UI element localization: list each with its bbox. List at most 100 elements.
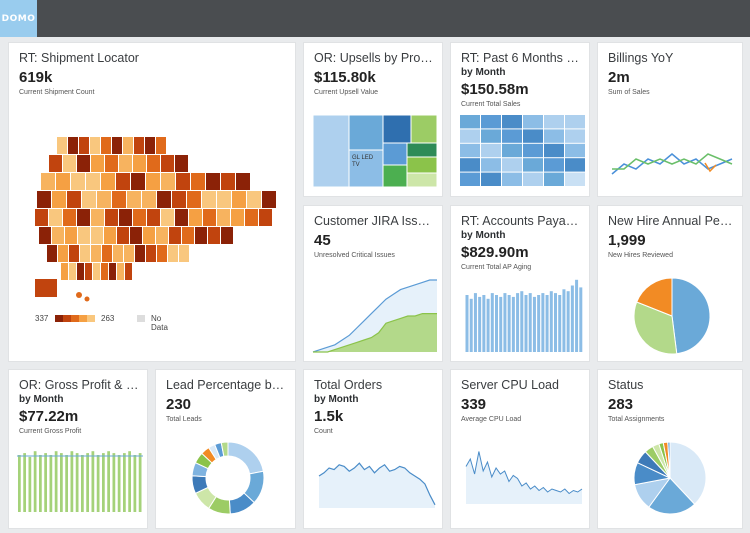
map-state[interactable]: [37, 191, 51, 208]
map-state[interactable]: [175, 209, 188, 226]
map-state[interactable]: [147, 209, 160, 226]
gross-profit-bar[interactable]: [112, 453, 116, 512]
card-upsells-by-product[interactable]: OR: Upsells by Product $115.80k Current …: [303, 42, 443, 197]
map-state[interactable]: [77, 209, 90, 226]
map-state[interactable]: [135, 245, 145, 262]
map-state[interactable]: [91, 155, 104, 172]
map-state[interactable]: [101, 137, 111, 154]
map-state[interactable]: [49, 209, 62, 226]
map-state[interactable]: [101, 173, 115, 190]
map-state[interactable]: [134, 137, 144, 154]
map-state[interactable]: [168, 245, 178, 262]
ap-bar[interactable]: [486, 298, 490, 352]
ap-bar[interactable]: [524, 295, 528, 352]
heatmap-cell[interactable]: [460, 115, 480, 129]
heatmap-cell[interactable]: [502, 115, 522, 129]
heatmap-cell[interactable]: [481, 172, 501, 186]
heatmap-cell[interactable]: [523, 158, 543, 172]
ap-bar[interactable]: [490, 293, 494, 352]
map-state[interactable]: [113, 245, 123, 262]
heatmap-cell[interactable]: [481, 115, 501, 129]
map-state[interactable]: [117, 227, 129, 244]
gross-profit-bar[interactable]: [81, 455, 84, 512]
gross-profit-bar[interactable]: [60, 453, 63, 512]
gross-profit-bar[interactable]: [86, 453, 89, 512]
map-state[interactable]: [131, 173, 145, 190]
map-state[interactable]: [77, 155, 90, 172]
map-state[interactable]: [161, 209, 174, 226]
map-state[interactable]: [41, 173, 55, 190]
map-state[interactable]: [80, 245, 90, 262]
heatmap-cell[interactable]: [523, 129, 543, 143]
map-state[interactable]: [47, 245, 57, 262]
gross-profit-bar[interactable]: [128, 451, 131, 512]
map-state[interactable]: [105, 209, 118, 226]
map-state[interactable]: [245, 209, 258, 226]
ap-bar[interactable]: [545, 295, 549, 352]
card-billings-yoy[interactable]: Billings YoY 2m Sum of Sales: [597, 42, 743, 197]
map-state[interactable]: [90, 137, 100, 154]
map-state[interactable]: [69, 245, 79, 262]
map-state[interactable]: [58, 245, 68, 262]
ap-bar[interactable]: [575, 279, 579, 352]
map-state[interactable]: [56, 173, 70, 190]
map-state[interactable]: [104, 227, 116, 244]
card-customer-jira-issues[interactable]: Customer JIRA Issues ... 45 Unresolved C…: [303, 205, 443, 362]
map-state[interactable]: [91, 245, 101, 262]
map-state[interactable]: [187, 191, 201, 208]
heatmap-cell[interactable]: [544, 143, 564, 158]
map-state[interactable]: [221, 227, 233, 244]
gross-profit-bar[interactable]: [138, 453, 142, 512]
ap-bar[interactable]: [549, 291, 553, 352]
map-state[interactable]: [156, 227, 168, 244]
heatmap-cell[interactable]: [565, 158, 585, 172]
map-state[interactable]: [124, 245, 134, 262]
map-state[interactable]: [102, 245, 112, 262]
heatmap-cell[interactable]: [565, 172, 585, 186]
map-state[interactable]: [61, 263, 68, 280]
map-state[interactable]: [133, 209, 146, 226]
gross-profit-bar[interactable]: [117, 455, 121, 512]
map-state[interactable]: [217, 191, 231, 208]
map-state[interactable]: [147, 155, 160, 172]
card-shipment-locator[interactable]: RT: Shipment Locator 619k Current Shipme…: [8, 42, 296, 362]
map-state[interactable]: [143, 227, 155, 244]
map-state[interactable]: [86, 173, 100, 190]
map-state[interactable]: [262, 191, 276, 208]
map-state-alaska[interactable]: [35, 279, 57, 297]
map-state[interactable]: [259, 209, 272, 226]
card-total-orders[interactable]: Total Orders by Month 1.5k Count: [303, 369, 443, 529]
heatmap-cell[interactable]: [523, 143, 543, 158]
map-state[interactable]: [93, 263, 100, 280]
map-state[interactable]: [91, 209, 104, 226]
ap-bar[interactable]: [478, 296, 482, 352]
map-state[interactable]: [182, 227, 194, 244]
ap-bar[interactable]: [566, 291, 570, 352]
map-state[interactable]: [68, 137, 78, 154]
ap-bar[interactable]: [516, 293, 520, 352]
map-state[interactable]: [157, 191, 171, 208]
ap-bar[interactable]: [473, 293, 477, 352]
map-state[interactable]: [179, 245, 189, 262]
map-state[interactable]: [161, 155, 174, 172]
gross-profit-bar[interactable]: [18, 455, 21, 512]
ap-bar[interactable]: [495, 295, 499, 352]
map-state[interactable]: [85, 263, 92, 280]
heatmap-cell[interactable]: [460, 172, 480, 186]
map-state[interactable]: [35, 209, 48, 226]
heatmap-cell[interactable]: [460, 143, 480, 158]
map-state[interactable]: [191, 173, 205, 190]
map-state[interactable]: [79, 137, 89, 154]
map-state[interactable]: [142, 191, 156, 208]
map-state[interactable]: [202, 191, 216, 208]
gross-profit-bar[interactable]: [23, 453, 26, 512]
map-state[interactable]: [161, 173, 175, 190]
heatmap-cell[interactable]: [481, 143, 501, 158]
map-state[interactable]: [247, 191, 261, 208]
card-accounts-payable[interactable]: RT: Accounts Payable ... by Month $829.9…: [450, 205, 590, 362]
map-state[interactable]: [63, 209, 76, 226]
map-state[interactable]: [157, 245, 167, 262]
map-state[interactable]: [82, 191, 96, 208]
gross-profit-bar[interactable]: [91, 451, 95, 512]
heatmap-cell[interactable]: [502, 143, 522, 158]
